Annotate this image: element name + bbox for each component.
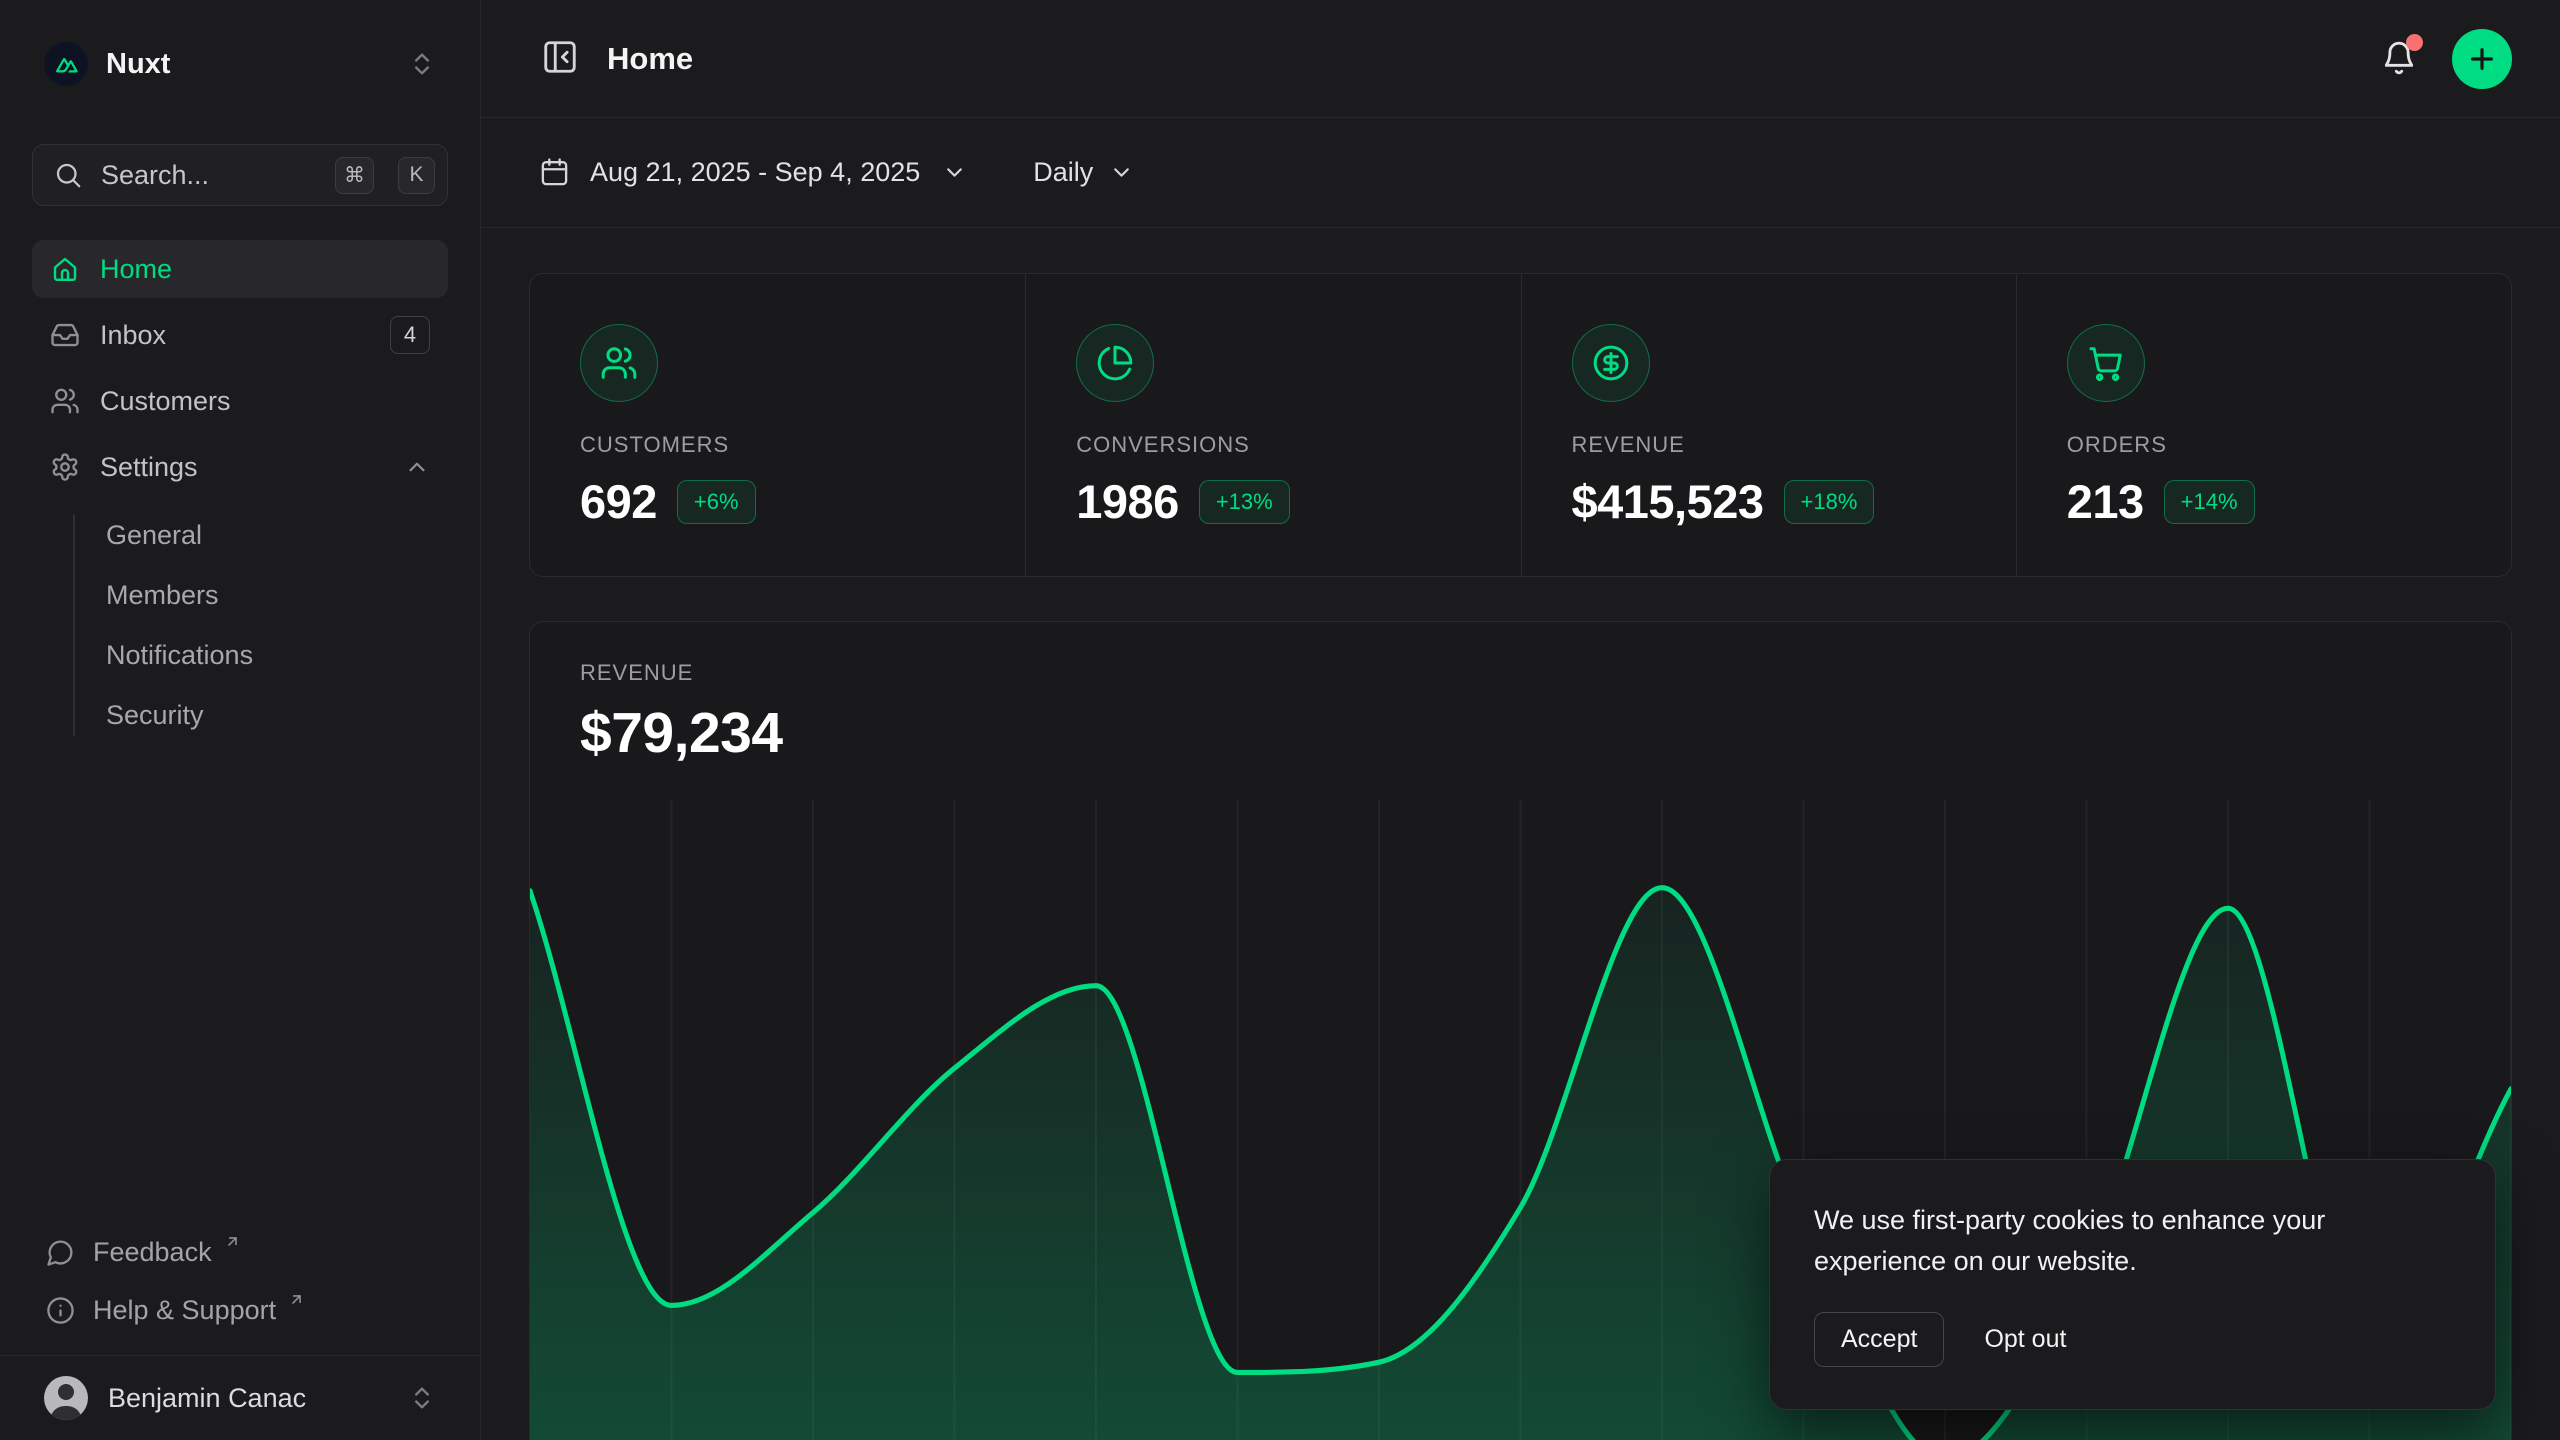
collapse-sidebar-button[interactable] xyxy=(541,38,579,79)
stat-value: $415,523 xyxy=(1572,474,1764,529)
workspace-switcher[interactable]: Nuxt xyxy=(32,34,448,94)
stat-value: 213 xyxy=(2067,474,2144,529)
feedback-link[interactable]: Feedback xyxy=(32,1223,448,1281)
notifications-button[interactable] xyxy=(2380,38,2418,79)
panel-left-close-icon xyxy=(541,38,579,76)
sidebar: Nuxt Search... ⌘ K Home xyxy=(0,0,481,1440)
stats-row: CUSTOMERS 692 +6% CONVERSIONS 1986 +13% xyxy=(529,273,2512,577)
stat-card-orders[interactable]: ORDERS 213 +14% xyxy=(2016,274,2511,576)
help-support-link[interactable]: Help & Support xyxy=(32,1281,448,1339)
sidebar-item-settings[interactable]: Settings xyxy=(32,438,448,496)
pie-chart-icon xyxy=(1076,324,1154,402)
stat-card-customers[interactable]: CUSTOMERS 692 +6% xyxy=(530,274,1025,576)
sidebar-spacer xyxy=(32,744,448,1223)
cookie-message: We use first-party cookies to enhance yo… xyxy=(1814,1200,2404,1282)
sidebar-item-notifications[interactable]: Notifications xyxy=(32,626,448,684)
date-range-label: Aug 21, 2025 - Sep 4, 2025 xyxy=(590,157,920,188)
stat-delta-badge: +13% xyxy=(1199,480,1290,524)
sub-item-label: Notifications xyxy=(106,640,253,671)
inbox-icon xyxy=(50,320,80,350)
users-icon xyxy=(580,324,658,402)
user-name: Benjamin Canac xyxy=(108,1383,388,1414)
kbd-meta: ⌘ xyxy=(335,157,374,194)
stat-label: ORDERS xyxy=(2067,432,2471,458)
stat-delta-badge: +6% xyxy=(677,480,756,524)
add-button[interactable] xyxy=(2452,29,2512,89)
interval-label: Daily xyxy=(1033,157,1093,188)
sidebar-item-security[interactable]: Security xyxy=(32,686,448,744)
settings-subnav: General Members Notifications Security xyxy=(32,506,448,744)
plus-icon xyxy=(2466,43,2498,75)
user-menu[interactable]: Benjamin Canac xyxy=(0,1355,480,1440)
search-input[interactable]: Search... ⌘ K xyxy=(32,144,448,206)
info-icon xyxy=(46,1296,75,1325)
date-range-picker[interactable]: Aug 21, 2025 - Sep 4, 2025 xyxy=(539,157,967,188)
stat-label: REVENUE xyxy=(1572,432,1976,458)
gear-icon xyxy=(50,452,80,482)
chevron-down-icon xyxy=(1109,160,1134,185)
sidebar-item-home[interactable]: Home xyxy=(32,240,448,298)
stat-label: CONVERSIONS xyxy=(1076,432,1480,458)
calendar-icon xyxy=(539,157,570,188)
revenue-label: REVENUE xyxy=(580,660,2463,686)
chevrons-up-down-icon xyxy=(408,1384,436,1412)
page-title: Home xyxy=(607,41,693,77)
external-arrow-icon xyxy=(288,1291,305,1308)
nuxt-logo-icon xyxy=(44,42,88,86)
help-support-label: Help & Support xyxy=(93,1295,276,1326)
stat-value: 692 xyxy=(580,474,657,529)
sidebar-item-general[interactable]: General xyxy=(32,506,448,564)
stat-delta-badge: +18% xyxy=(1784,480,1875,524)
users-icon xyxy=(50,386,80,416)
sidebar-item-customers[interactable]: Customers xyxy=(32,372,448,430)
sub-item-label: Members xyxy=(106,580,219,611)
cookie-banner: We use first-party cookies to enhance yo… xyxy=(1769,1159,2496,1410)
stat-delta-badge: +14% xyxy=(2164,480,2255,524)
sidebar-item-inbox[interactable]: Inbox 4 xyxy=(32,306,448,364)
chevrons-up-down-icon xyxy=(408,50,436,78)
search-placeholder: Search... xyxy=(101,160,311,191)
message-bubble-icon xyxy=(46,1238,75,1267)
feedback-label: Feedback xyxy=(93,1237,212,1268)
cookie-actions: Accept Opt out xyxy=(1814,1312,2451,1367)
notification-dot xyxy=(2406,34,2423,51)
sidebar-nav: Home Inbox 4 Customers Settings xyxy=(32,240,448,744)
external-arrow-icon xyxy=(224,1233,241,1250)
workspace-name: Nuxt xyxy=(106,48,390,81)
chevron-down-icon xyxy=(942,160,967,185)
sidebar-item-label: Customers xyxy=(100,386,231,417)
app-root: Nuxt Search... ⌘ K Home xyxy=(0,0,2560,1440)
home-icon xyxy=(50,254,80,284)
header-actions xyxy=(2380,29,2512,89)
chevron-up-icon xyxy=(404,454,430,480)
stat-card-revenue[interactable]: REVENUE $415,523 +18% xyxy=(1521,274,2016,576)
revenue-total: $79,234 xyxy=(580,700,2463,766)
shopping-cart-icon xyxy=(2067,324,2145,402)
sidebar-item-label: Settings xyxy=(100,452,198,483)
opt-out-button[interactable]: Opt out xyxy=(1984,1325,2066,1354)
page-header: Home xyxy=(481,0,2560,118)
sub-item-label: Security xyxy=(106,700,204,731)
kbd-k: K xyxy=(398,157,435,194)
circle-dollar-icon xyxy=(1572,324,1650,402)
sidebar-item-label: Inbox xyxy=(100,320,166,351)
search-icon xyxy=(53,160,83,190)
stat-label: CUSTOMERS xyxy=(580,432,985,458)
interval-select[interactable]: Daily xyxy=(1033,157,1134,188)
accept-button[interactable]: Accept xyxy=(1814,1312,1944,1367)
stat-card-conversions[interactable]: CONVERSIONS 1986 +13% xyxy=(1025,274,1520,576)
inbox-count-badge: 4 xyxy=(390,316,430,354)
revenue-panel-header: REVENUE $79,234 xyxy=(530,622,2511,766)
avatar xyxy=(44,1376,88,1420)
sidebar-item-label: Home xyxy=(100,254,172,285)
sidebar-item-members[interactable]: Members xyxy=(32,566,448,624)
sub-item-label: General xyxy=(106,520,202,551)
stat-value: 1986 xyxy=(1076,474,1179,529)
filters-bar: Aug 21, 2025 - Sep 4, 2025 Daily xyxy=(481,118,2560,228)
